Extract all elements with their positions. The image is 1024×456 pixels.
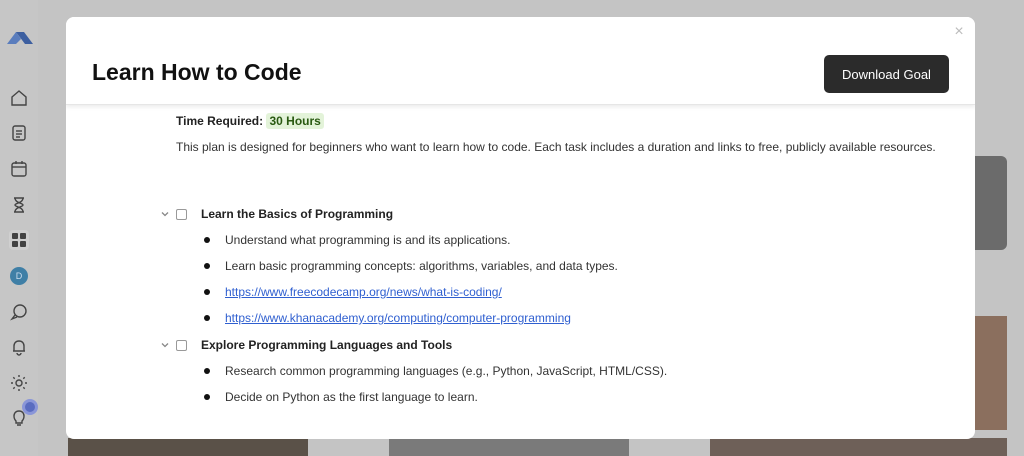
time-required: Time Required: 30 Hours	[176, 113, 324, 129]
chat-icon[interactable]	[9, 302, 29, 322]
plan-intro: This plan is designed for beginners who …	[176, 140, 936, 154]
app-logo-icon[interactable]	[7, 30, 33, 46]
background-card	[389, 438, 629, 456]
bullet-icon	[204, 394, 210, 400]
close-icon[interactable]: ×	[951, 24, 967, 40]
avatar[interactable]: D	[10, 267, 28, 285]
list-item-text: Understand what programming is and its a…	[225, 233, 511, 247]
bell-icon[interactable]	[9, 337, 29, 357]
list-item: https://www.khanacademy.org/computing/co…	[204, 309, 571, 327]
list-item-text: Research common programming languages (e…	[225, 364, 668, 378]
time-required-value: 30 Hours	[266, 113, 324, 129]
bullet-icon	[204, 237, 210, 243]
chevron-down-icon[interactable]	[160, 209, 170, 219]
download-goal-button[interactable]: Download Goal	[824, 55, 949, 93]
calendar-icon[interactable]	[9, 159, 29, 179]
section-title: Explore Programming Languages and Tools	[201, 338, 453, 352]
resource-link[interactable]: https://www.khanacademy.org/computing/co…	[225, 311, 571, 325]
task-section: Explore Programming Languages and Tools	[160, 335, 452, 355]
list-item-text: Decide on Python as the first language t…	[225, 390, 478, 404]
bullet-icon	[204, 315, 210, 321]
modal-header: Learn How to Code Download Goal ×	[66, 17, 975, 105]
hourglass-icon[interactable]	[9, 195, 29, 215]
modal-title: Learn How to Code	[92, 59, 302, 85]
bullet-icon	[204, 263, 210, 269]
notification-dot	[22, 399, 38, 415]
list-item: https://www.freecodecamp.org/news/what-i…	[204, 283, 502, 301]
chevron-down-icon[interactable]	[160, 340, 170, 350]
goal-modal: Learn How to Code Download Goal × Time R…	[66, 17, 975, 439]
list-item: Research common programming languages (e…	[204, 362, 667, 380]
background-card	[710, 438, 1007, 456]
resource-link[interactable]: https://www.freecodecamp.org/news/what-i…	[225, 285, 502, 299]
grid-icon[interactable]	[9, 230, 29, 250]
background-card	[975, 316, 1007, 430]
bullet-icon	[204, 289, 210, 295]
home-icon[interactable]	[9, 88, 29, 108]
sidebar: D	[0, 0, 38, 456]
gear-icon[interactable]	[9, 373, 29, 393]
list-item: Understand what programming is and its a…	[204, 231, 510, 249]
background-card	[68, 438, 308, 456]
modal-body: Time Required: 30 Hours This plan is des…	[66, 107, 975, 439]
task-checkbox[interactable]	[176, 339, 187, 351]
list-icon[interactable]	[9, 123, 29, 143]
list-item: Decide on Python as the first language t…	[204, 388, 478, 406]
list-item: Learn basic programming concepts: algori…	[204, 257, 618, 275]
bullet-icon	[204, 368, 210, 374]
time-required-label: Time Required:	[176, 114, 264, 128]
section-title: Learn the Basics of Programming	[201, 207, 394, 221]
background-card	[975, 156, 1007, 250]
task-section: Learn the Basics of Programming	[160, 204, 393, 224]
task-checkbox[interactable]	[176, 208, 187, 220]
list-item-text: Learn basic programming concepts: algori…	[225, 259, 618, 273]
